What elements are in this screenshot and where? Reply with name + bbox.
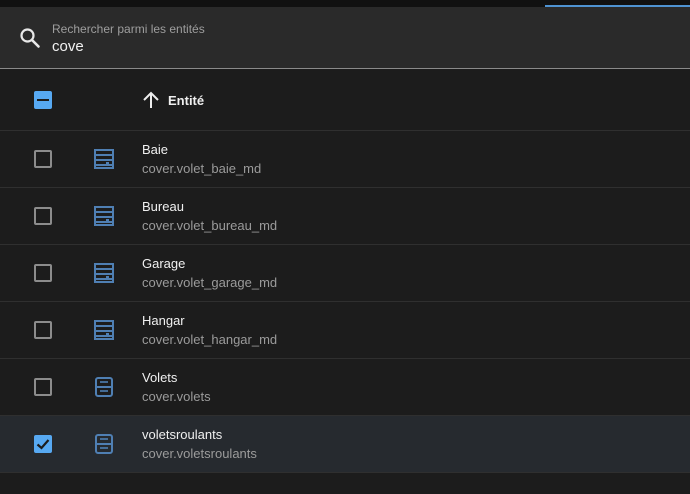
window-closed-icon: [95, 434, 113, 454]
window-closed-icon: [95, 377, 113, 397]
sort-ascending-arrow-icon[interactable]: [140, 89, 162, 111]
entity-name: Garage: [142, 256, 186, 271]
row-checkbox[interactable]: [34, 264, 52, 282]
table-row[interactable]: Baie cover.volet_baie_md: [0, 131, 690, 188]
search-field[interactable]: Rechercher parmi les entités cove: [0, 7, 690, 69]
entity-name: Hangar: [142, 313, 185, 328]
entity-name: Volets: [142, 370, 178, 385]
window-shutter-icon: [94, 320, 114, 340]
row-checkbox[interactable]: [34, 321, 52, 339]
entity-id: cover.volet_baie_md: [142, 161, 262, 176]
entity-name: Bureau: [142, 199, 184, 214]
table-header: Entité: [0, 69, 690, 131]
select-all-checkbox[interactable]: [34, 91, 52, 109]
entity-id: cover.volet_hangar_md: [142, 332, 278, 347]
table-row[interactable]: Bureau cover.volet_bureau_md: [0, 188, 690, 245]
row-checkbox[interactable]: [34, 150, 52, 168]
table-row[interactable]: Volets cover.volets: [0, 359, 690, 416]
row-checkbox[interactable]: [34, 435, 52, 453]
checkmark-icon: [36, 439, 50, 450]
entity-id: cover.volets: [142, 389, 211, 404]
window-shutter-icon: [94, 206, 114, 226]
entity-id: cover.volet_bureau_md: [142, 218, 278, 233]
table-row[interactable]: voletsroulants cover.voletsroulants: [0, 416, 690, 473]
search-input[interactable]: cove: [52, 38, 84, 55]
row-checkbox[interactable]: [34, 207, 52, 225]
window-shutter-icon: [94, 263, 114, 283]
indeterminate-dash-icon: [37, 99, 49, 101]
list-footer-space: [0, 473, 690, 494]
column-header-entity[interactable]: Entité: [168, 93, 204, 108]
entity-picker: Rechercher parmi les entités cove Entité…: [0, 0, 690, 494]
entity-name: voletsroulants: [142, 427, 223, 442]
table-row[interactable]: Garage cover.volet_garage_md: [0, 245, 690, 302]
entity-id: cover.voletsroulants: [142, 446, 257, 461]
row-checkbox[interactable]: [34, 378, 52, 396]
entity-id: cover.volet_garage_md: [142, 275, 278, 290]
search-label: Rechercher parmi les entités: [52, 22, 205, 36]
table-row[interactable]: Hangar cover.volet_hangar_md: [0, 302, 690, 359]
search-icon: [20, 28, 40, 48]
top-strip: [0, 0, 690, 7]
entity-name: Baie: [142, 142, 169, 157]
window-shutter-icon: [94, 149, 114, 169]
